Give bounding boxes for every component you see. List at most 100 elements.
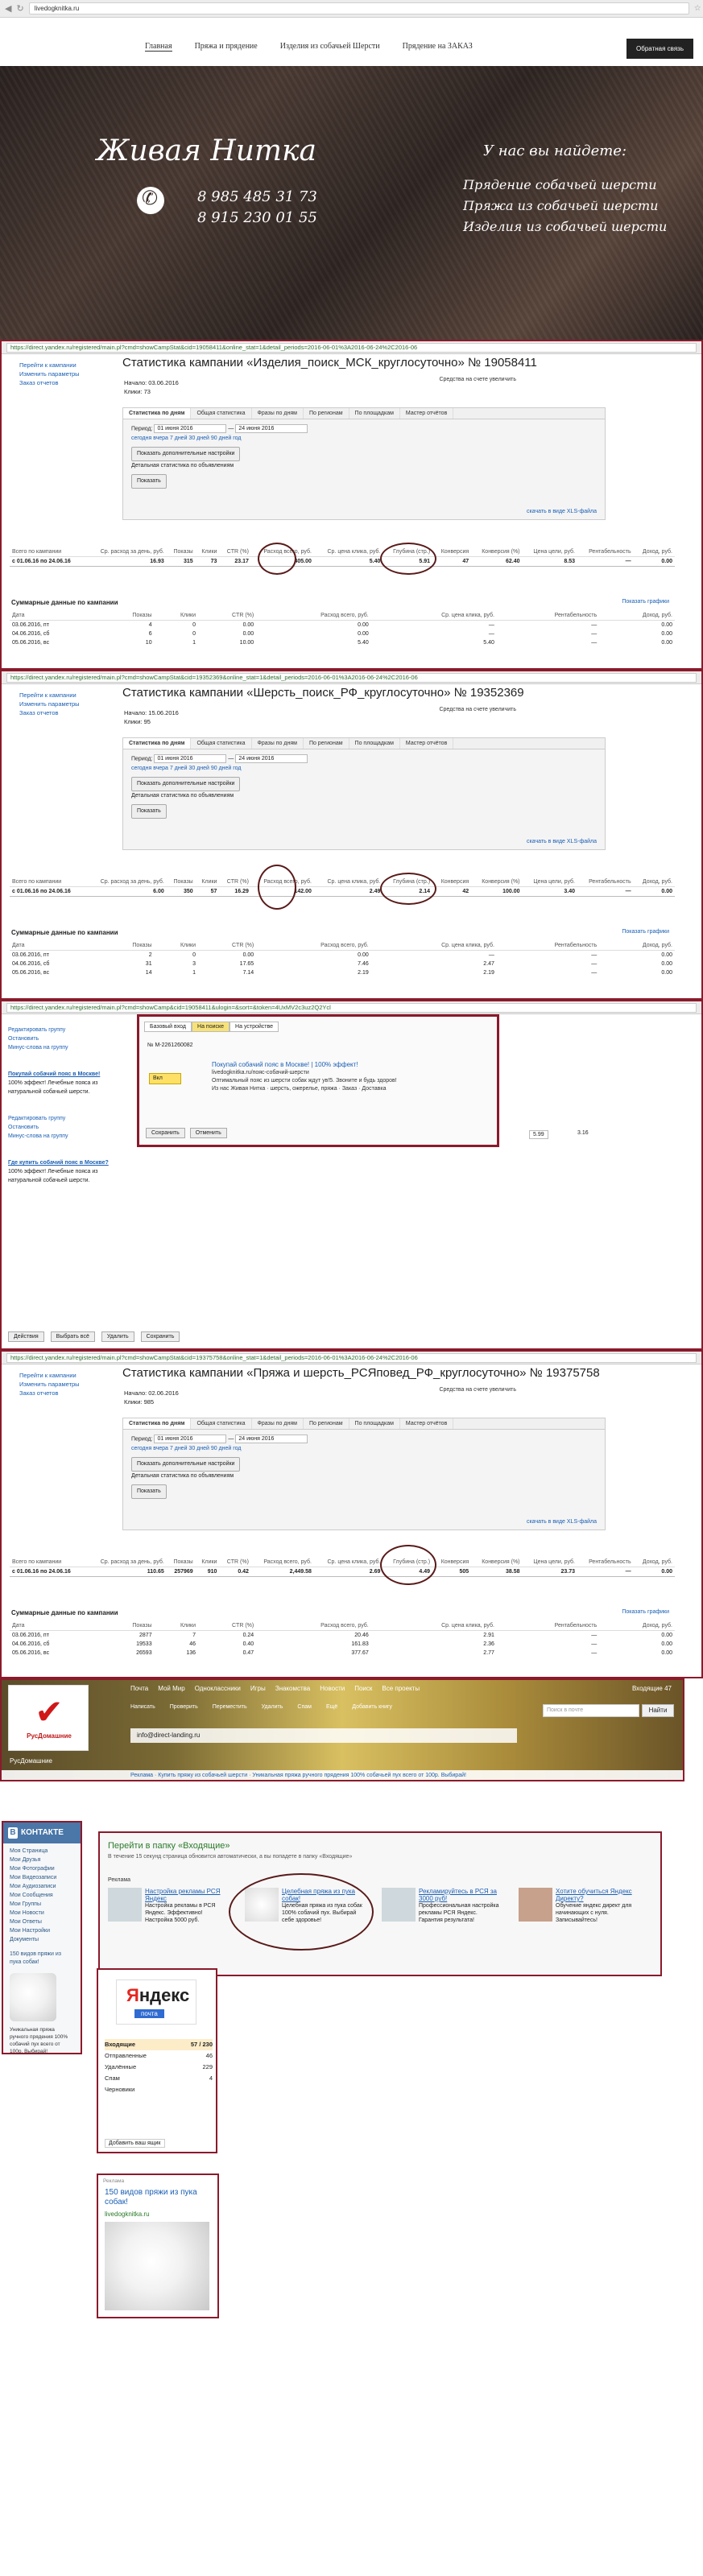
stop-link[interactable]: Остановить: [8, 1123, 129, 1132]
nav-order[interactable]: Прядение на ЗАКАЗ: [403, 42, 473, 52]
ad-card-title[interactable]: Настройка рекламы РСЯ Яндекс: [145, 1888, 229, 1902]
vk-menu-item[interactable]: Мои Видеозаписи: [10, 1873, 74, 1882]
address-bar[interactable]: https://direct.yandex.ru/registered/main…: [6, 342, 697, 353]
vk-menu-item[interactable]: Моя Страница: [10, 1847, 74, 1856]
date-from-input[interactable]: 01 июня 2016: [154, 754, 227, 763]
vk-menu-item[interactable]: Мои Настройки: [10, 1926, 74, 1935]
tab-general[interactable]: Общая статистика: [191, 738, 252, 749]
feedback-button[interactable]: Обратная связь: [626, 39, 693, 59]
vk-menu-item[interactable]: Мои Сообщения: [10, 1891, 74, 1900]
more-settings-button[interactable]: Показать дополнительные настройки: [131, 1457, 241, 1472]
ad-title-link[interactable]: Покупай собачий пояс в Москве!: [8, 1070, 129, 1079]
quick-periods[interactable]: сегодня вчера 7 дней 30 дней 90 дней год: [131, 436, 242, 441]
show-button[interactable]: Показать: [131, 474, 167, 489]
address-bar[interactable]: livedogknitka.ru: [28, 2, 689, 14]
tab-general[interactable]: Общая статистика: [191, 408, 252, 419]
xls-download-link[interactable]: скачать в виде XLS-файла: [527, 509, 597, 514]
tab-basic[interactable]: Базовый вход: [144, 1022, 192, 1032]
detail-checkbox[interactable]: Детальная статистика по объявлениям: [131, 793, 234, 799]
folder-item[interactable]: Черновики: [105, 2084, 213, 2095]
tab-sites[interactable]: По площадкам: [349, 1418, 400, 1429]
cancel-button[interactable]: Отменить: [189, 1128, 227, 1138]
tab-by-day[interactable]: Статистика по дням: [123, 408, 192, 419]
edit-group-link[interactable]: Редактировать группу: [8, 1114, 129, 1123]
find-item[interactable]: Изделия из собачьей шерсти: [463, 217, 667, 237]
vk-ad-title[interactable]: 150 видов пряжи из пука собак!: [3, 1947, 81, 1970]
nav-item[interactable]: Новости: [320, 1685, 345, 1692]
ad-card-title[interactable]: Хотите обучиться Яндекс Директу?: [556, 1888, 639, 1902]
vk-menu-item[interactable]: Мои Новости: [10, 1909, 74, 1918]
mail-ad-line[interactable]: Реклама · Купить пряжу из собачьей шерст…: [2, 1770, 683, 1780]
check-button[interactable]: Проверить: [170, 1704, 198, 1710]
tab-sites[interactable]: По площадкам: [349, 408, 400, 419]
address-bar[interactable]: https://direct.yandex.ru/registered/main…: [6, 1352, 697, 1363]
find-item[interactable]: Пряжа из собачьей шерсти: [463, 196, 667, 217]
vat-checkbox[interactable]: Средства на счете увеличить: [439, 1387, 516, 1393]
tab-sites[interactable]: По площадкам: [349, 738, 400, 749]
detail-checkbox[interactable]: Детальная статистика по объявлениям: [131, 1473, 234, 1479]
edit-group-link[interactable]: Редактировать группу: [8, 1026, 129, 1034]
vk-menu-item[interactable]: Мои Аудиозаписи: [10, 1882, 74, 1891]
spam-button[interactable]: Спам: [297, 1704, 312, 1710]
folder-item[interactable]: Отправленные 46: [105, 2050, 213, 2062]
ad-card-title[interactable]: Рекламируйтесь в РСЯ за 3000 руб!: [419, 1888, 502, 1902]
nav-item[interactable]: Поиск: [354, 1685, 372, 1692]
date-to-input[interactable]: 24 июня 2016: [235, 424, 308, 433]
vk-menu-item[interactable]: Мои Ответы: [10, 1918, 74, 1926]
ad-preview-title[interactable]: Покупай собачий пояс в Москве! | 100% эф…: [212, 1061, 397, 1069]
tab-regions[interactable]: По регионам: [304, 408, 349, 419]
vk-menu-item[interactable]: Мои Фотографии: [10, 1864, 74, 1873]
ad-title-link[interactable]: Где купить собачий пояс в Москве?: [8, 1158, 129, 1167]
folder-item[interactable]: Удалённые 229: [105, 2062, 213, 2073]
phone-2[interactable]: 8 915 230 01 55: [197, 208, 317, 229]
nav-item[interactable]: Все проекты: [382, 1685, 420, 1692]
more-settings-button[interactable]: Показать дополнительные настройки: [131, 777, 241, 792]
nav-yarn[interactable]: Пряжа и прядение: [195, 42, 258, 52]
ad-title[interactable]: 150 видов пряжи из пука собак!: [105, 2188, 209, 2207]
tab-by-day[interactable]: Статистика по дням: [123, 1418, 192, 1429]
nav-item[interactable]: Почта: [130, 1685, 148, 1692]
compose-button[interactable]: Написать: [130, 1704, 155, 1710]
vat-checkbox[interactable]: Средства на счете увеличить: [439, 707, 516, 712]
site-logo[interactable]: Живая Нитка: [97, 134, 316, 167]
show-graphs-link[interactable]: Показать графики: [622, 1609, 669, 1615]
find-button[interactable]: Найти: [642, 1704, 674, 1717]
message-from[interactable]: info@direct-landing.ru: [130, 1728, 517, 1743]
vat-checkbox[interactable]: Средства на счете увеличить: [439, 377, 516, 382]
nav-item[interactable]: Одноклассники: [195, 1685, 241, 1692]
nav-item[interactable]: Знакомства: [275, 1685, 311, 1692]
redirect-title[interactable]: Перейти в папку «Входящие»: [108, 1841, 230, 1851]
more-settings-button[interactable]: Показать дополнительные настройки: [131, 447, 241, 462]
actions-button[interactable]: Действия: [8, 1331, 44, 1342]
quick-periods[interactable]: сегодня вчера 7 дней 30 дней 90 дней год: [131, 1446, 242, 1451]
link-goto-campaign[interactable]: Перейти к кампании: [19, 1371, 80, 1380]
ad-domain[interactable]: livedogknitka.ru: [105, 2211, 150, 2218]
user-inbox-count[interactable]: Входящие 47: [632, 1685, 672, 1692]
link-edit-params[interactable]: Изменить параметры: [19, 1380, 80, 1389]
link-edit-params[interactable]: Изменить параметры: [19, 700, 80, 708]
minus-words-link[interactable]: Минус-слова на группу: [8, 1043, 129, 1052]
date-to-input[interactable]: 24 июня 2016: [235, 1435, 308, 1443]
link-edit-params[interactable]: Изменить параметры: [19, 369, 80, 378]
delete-button[interactable]: Удалить: [101, 1331, 134, 1342]
xls-download-link[interactable]: скачать в виде XLS-файла: [527, 1519, 597, 1525]
tab-by-day[interactable]: Статистика по дням: [123, 738, 192, 749]
stop-link[interactable]: Остановить: [8, 1034, 129, 1043]
link-reports[interactable]: Заказ отчетов: [19, 378, 80, 387]
tab-master[interactable]: Мастер отчётов: [400, 1418, 454, 1429]
show-graphs-link[interactable]: Показать графики: [622, 599, 669, 605]
tab-regions[interactable]: По регионам: [304, 738, 349, 749]
minus-words-link[interactable]: Минус-слова на группу: [8, 1132, 129, 1141]
tab-phrases[interactable]: Фразы по дням: [252, 738, 304, 749]
vk-menu-item[interactable]: Документы: [10, 1935, 74, 1944]
star-icon[interactable]: ☆: [694, 4, 701, 13]
move-button[interactable]: Переместить: [213, 1704, 247, 1710]
link-reports[interactable]: Заказ отчетов: [19, 708, 80, 717]
back-icon[interactable]: ◀: [5, 3, 11, 14]
vk-menu-item[interactable]: Мои Друзья: [10, 1856, 74, 1864]
enabled-select[interactable]: Вкл: [149, 1073, 181, 1084]
nav-item[interactable]: Мой Мир: [158, 1685, 184, 1692]
detail-checkbox[interactable]: Детальная статистика по объявлениям: [131, 463, 234, 469]
tab-phrases[interactable]: Фразы по дням: [252, 408, 304, 419]
more-button[interactable]: Ещё: [326, 1704, 337, 1710]
